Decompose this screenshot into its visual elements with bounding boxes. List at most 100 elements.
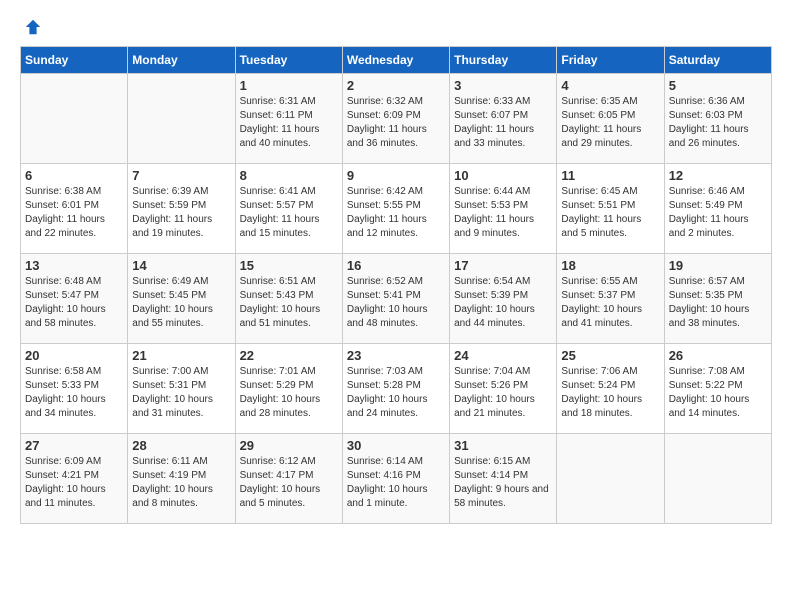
calendar-cell: 19 Sunrise: 6:57 AMSunset: 5:35 PMDayligh… <box>664 254 771 344</box>
daylight-label: Daylight: 10 hours and 58 minutes. <box>25 304 106 329</box>
calendar-cell: 4Sunrise: 6:35 AMSunset: 6:05 PMDaylight… <box>557 74 664 164</box>
daylight-label: Daylight: 10 hours and 44 minutes. <box>454 304 535 329</box>
day-number: 25 <box>561 348 659 363</box>
daylight-label: Daylight: 10 hours and 28 minutes. <box>240 394 321 419</box>
daylight-label: Daylight: 10 hours and 55 minutes. <box>132 304 213 329</box>
day-number: 19 <box>669 258 767 273</box>
day-info: Sunrise: 6:46 AMSunset: 5:49 PMDaylight:… <box>669 185 767 241</box>
calendar-cell <box>664 434 771 524</box>
day-number: 8 <box>240 168 338 183</box>
daylight-label: Daylight: 11 hours and 29 minutes. <box>561 124 641 149</box>
day-number: 28 <box>132 438 230 453</box>
sunrise-label: Sunrise: 6:35 AM <box>561 96 637 107</box>
day-info: Sunrise: 7:03 AMSunset: 5:28 PMDaylight:… <box>347 365 445 421</box>
day-number: 11 <box>561 168 659 183</box>
calendar-cell: 11Sunrise: 6:45 AMSunset: 5:51 PMDayligh… <box>557 164 664 254</box>
sunset-label: Sunset: 5:49 PM <box>669 200 743 211</box>
sunset-label: Sunset: 4:17 PM <box>240 470 314 481</box>
day-number: 2 <box>347 78 445 93</box>
day-number: 26 <box>669 348 767 363</box>
day-number: 20 <box>25 348 123 363</box>
sunrise-label: Sunrise: 6:44 AM <box>454 186 530 197</box>
sunset-label: Sunset: 5:33 PM <box>25 380 99 391</box>
day-info: Sunrise: 6:51 AMSunset: 5:43 PMDaylight:… <box>240 275 338 331</box>
daylight-label: Daylight: 11 hours and 5 minutes. <box>561 214 641 239</box>
sunset-label: Sunset: 5:51 PM <box>561 200 635 211</box>
day-info: Sunrise: 6:09 AM Sunset: 4:21 PM Daylight:… <box>25 455 123 511</box>
calendar-week-row: 27Sunrise: 6:09 AMSunset: 4:21 PMDayligh… <box>21 434 772 524</box>
calendar-cell: 25 Sunrise: 7:06 AMSunset: 5:24 PMDayligh… <box>557 344 664 434</box>
day-number: 23 <box>347 348 445 363</box>
sunrise-label: Sunrise: 6:48 AM <box>25 276 101 287</box>
weekday-header-saturday: Saturday <box>664 47 771 74</box>
calendar-cell <box>128 74 235 164</box>
sunset-label: Sunset: 5:55 PM <box>347 200 421 211</box>
sunrise-label: Sunrise: 6:51 AM <box>240 276 316 287</box>
day-info: Sunrise: 6:12 AMSunset: 4:17 PMDaylight:… <box>240 455 338 511</box>
daylight-label: Daylight: 11 hours and 33 minutes. <box>454 124 534 149</box>
calendar-cell: 20Sunrise: 6:58 AMSunset: 5:33 PMDayligh… <box>21 344 128 434</box>
sunset-label: Sunset: 6:03 PM <box>669 110 743 121</box>
day-number: 3 <box>454 78 552 93</box>
sunset-label: Sunset: 5:39 PM <box>454 290 528 301</box>
sunrise-label: Sunrise: 6:09 AM <box>25 456 101 467</box>
sunrise-label: Sunrise: 6:49 AM <box>132 276 208 287</box>
weekday-header-tuesday: Tuesday <box>235 47 342 74</box>
day-number: 10 <box>454 168 552 183</box>
day-number: 15 <box>240 258 338 273</box>
calendar-cell: 3 Sunrise: 6:33 AMSunset: 6:07 PMDaylight… <box>450 74 557 164</box>
day-number: 21 <box>132 348 230 363</box>
sunrise-label: Sunrise: 6:14 AM <box>347 456 423 467</box>
day-info: Sunrise: 6:42 AMSunset: 5:55 PMDaylight:… <box>347 185 445 241</box>
calendar-cell: 8 Sunrise: 6:41 AMSunset: 5:57 PMDaylight… <box>235 164 342 254</box>
calendar-week-row: 13Sunrise: 6:48 AMSunset: 5:47 PMDayligh… <box>21 254 772 344</box>
sunrise-label: Sunrise: 6:58 AM <box>25 366 101 377</box>
calendar-cell: 6Sunrise: 6:38 AMSunset: 6:01 PMDaylight… <box>21 164 128 254</box>
calendar-cell: 16Sunrise: 6:52 AMSunset: 5:41 PMDayligh… <box>342 254 449 344</box>
day-info: Sunrise: 6:54 AM Sunset: 5:39 PM Daylight:… <box>454 275 552 331</box>
sunrise-label: Sunrise: 7:06 AM <box>561 366 637 377</box>
sunrise-label: Sunrise: 6:33 AM <box>454 96 530 107</box>
daylight-label: Daylight: 10 hours and 18 minutes. <box>561 394 642 419</box>
calendar-cell: 10Sunrise: 6:44 AMSunset: 5:53 PMDayligh… <box>450 164 557 254</box>
calendar-table: SundayMondayTuesdayWednesdayThursdayFrid… <box>20 46 772 524</box>
calendar-cell: 24Sunrise: 7:04 AMSunset: 5:26 PMDayligh… <box>450 344 557 434</box>
calendar-cell: 27Sunrise: 6:09 AMSunset: 4:21 PMDayligh… <box>21 434 128 524</box>
sunset-label: Sunset: 5:45 PM <box>132 290 206 301</box>
calendar-cell: 23 Sunrise: 7:03 AMSunset: 5:28 PMDayligh… <box>342 344 449 434</box>
day-info: Sunrise: 7:04 AMSunset: 5:26 PMDaylight:… <box>454 365 552 421</box>
sunrise-label: Sunrise: 6:39 AM <box>132 186 208 197</box>
weekday-header-thursday: Thursday <box>450 47 557 74</box>
day-number: 6 <box>25 168 123 183</box>
calendar-cell: 31Sunrise: 6:15 AMSunset: 4:14 PMDayligh… <box>450 434 557 524</box>
calendar-cell <box>21 74 128 164</box>
calendar-cell: 26Sunrise: 7:08 AMSunset: 5:22 PMDayligh… <box>664 344 771 434</box>
day-info: Sunrise: 6:55 AMSunset: 5:37 PMDaylight:… <box>561 275 659 331</box>
day-info: Sunrise: 6:15 AMSunset: 4:14 PMDaylight:… <box>454 455 552 511</box>
daylight-label: Daylight: 11 hours and 12 minutes. <box>347 214 427 239</box>
day-info: Sunrise: 6:57 AMSunset: 5:35 PMDaylight:… <box>669 275 767 331</box>
sunset-label: Sunset: 5:31 PM <box>132 380 206 391</box>
logo-icon <box>24 18 42 36</box>
daylight-label: Daylight: 11 hours and 40 minutes. <box>240 124 320 149</box>
day-number: 9 <box>347 168 445 183</box>
day-info: Sunrise: 7:06 AMSunset: 5:24 PMDaylight:… <box>561 365 659 421</box>
sunset-label: Sunset: 4:16 PM <box>347 470 421 481</box>
daylight-label: Daylight: 10 hours and 11 minutes. <box>25 484 106 509</box>
sunrise-label: Sunrise: 6:57 AM <box>669 276 745 287</box>
sunrise-label: Sunrise: 7:00 AM <box>132 366 208 377</box>
sunrise-label: Sunrise: 7:03 AM <box>347 366 423 377</box>
day-info: Sunrise: 6:33 AMSunset: 6:07 PMDaylight:… <box>454 95 552 151</box>
sunset-label: Sunset: 4:21 PM <box>25 470 99 481</box>
sunrise-label: Sunrise: 6:54 AM <box>454 276 530 287</box>
sunrise-label: Sunrise: 6:41 AM <box>240 186 316 197</box>
day-number: 16 <box>347 258 445 273</box>
daylight-label: Daylight: 10 hours and 48 minutes. <box>347 304 428 329</box>
sunrise-label: Sunrise: 6:12 AM <box>240 456 316 467</box>
sunrise-label: Sunrise: 6:11 AM <box>132 456 207 467</box>
sunset-label: Sunset: 5:22 PM <box>669 380 743 391</box>
day-number: 29 <box>240 438 338 453</box>
daylight-label: Daylight: 11 hours and 26 minutes. <box>669 124 749 149</box>
day-info: Sunrise: 6:14 AMSunset: 4:16 PMDaylight:… <box>347 455 445 511</box>
day-info: Sunrise: 6:41 AMSunset: 5:57 PMDaylight:… <box>240 185 338 241</box>
